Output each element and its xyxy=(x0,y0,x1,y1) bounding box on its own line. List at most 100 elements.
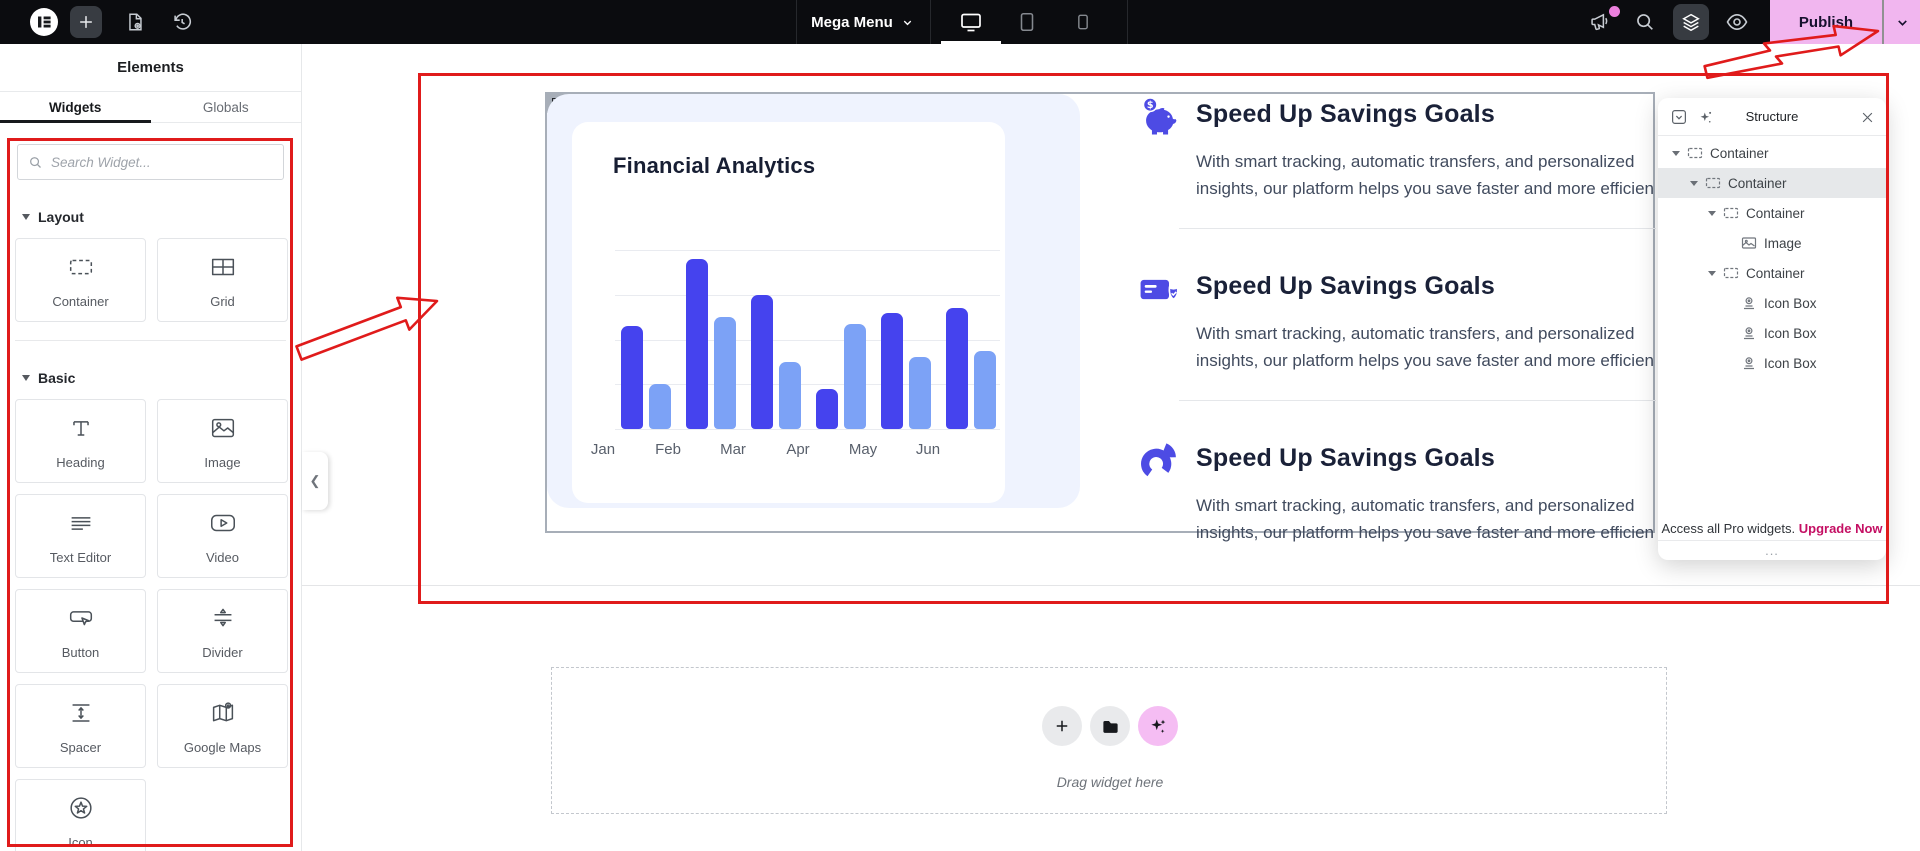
add-widget-icon[interactable] xyxy=(1042,706,1082,746)
section-header-layout[interactable]: Layout xyxy=(22,209,301,225)
icon-box-description: With smart tracking, automatic transfers… xyxy=(1196,320,1658,374)
icon-box-divider xyxy=(1179,228,1656,229)
ai-sparkle-icon[interactable] xyxy=(1694,106,1716,128)
gridline xyxy=(615,340,1000,341)
bar-secondary-jun xyxy=(974,351,996,429)
top-bar: Mega Menu xyxy=(0,0,1920,44)
publish-options-chevron-icon[interactable] xyxy=(1884,0,1920,44)
caret-down-icon[interactable] xyxy=(1690,181,1698,186)
piggy-bank-icon: $ xyxy=(1136,96,1180,140)
bar-secondary-apr xyxy=(844,324,866,429)
divider xyxy=(1127,0,1128,44)
donut-chart-icon xyxy=(1136,440,1180,484)
section-boundary-line xyxy=(302,585,1920,586)
widget-text-editor[interactable]: Text Editor xyxy=(15,494,146,578)
structure-toggle-icon[interactable] xyxy=(1673,4,1709,40)
preview-eye-icon[interactable] xyxy=(1719,0,1755,44)
ai-sparkle-icon[interactable] xyxy=(1138,706,1178,746)
device-tablet-icon[interactable] xyxy=(1009,0,1045,44)
add-template-icon[interactable] xyxy=(70,6,102,38)
icon-box-description: With smart tracking, automatic transfers… xyxy=(1196,148,1658,202)
widget-sections: Layout Container Grid Basic Heading Imag… xyxy=(0,209,301,851)
tree-item-container[interactable]: Container xyxy=(1658,258,1886,288)
widget-video[interactable]: Video xyxy=(157,494,288,578)
bar-group-jan xyxy=(621,250,671,429)
widget-grid[interactable]: Grid xyxy=(157,238,288,322)
finder-search-icon[interactable] xyxy=(1627,0,1663,44)
document-switcher[interactable]: Mega Menu xyxy=(800,0,925,44)
template-folder-icon[interactable] xyxy=(1090,706,1130,746)
close-icon[interactable] xyxy=(1856,106,1878,128)
video-icon xyxy=(208,508,238,543)
container-icon xyxy=(1687,146,1703,161)
bar-secondary-jan xyxy=(649,384,671,429)
caret-down-icon[interactable] xyxy=(1708,211,1716,216)
widget-google-maps[interactable]: Google Maps xyxy=(157,684,288,768)
bar-primary-apr xyxy=(816,389,838,429)
bar-primary-jan xyxy=(621,326,643,429)
page-settings-icon[interactable] xyxy=(117,0,153,44)
widget-search[interactable] xyxy=(17,144,284,180)
structure-panel: Structure Container Container Container xyxy=(1658,98,1886,560)
tree-item-container[interactable]: Container xyxy=(1658,168,1886,198)
panel-tabs: WidgetsGlobals xyxy=(0,92,301,123)
bar-secondary-mar xyxy=(779,362,801,429)
tree-item-icon-box[interactable]: Icon Box xyxy=(1658,288,1886,318)
gridline xyxy=(615,295,1000,296)
widget-icon[interactable]: Icon xyxy=(15,779,146,851)
x-tick-label: May xyxy=(838,441,888,458)
drop-zone[interactable]: Drag widget here xyxy=(551,667,1667,814)
image-icon xyxy=(208,413,238,448)
device-mobile-icon[interactable] xyxy=(1065,0,1101,44)
spacer-icon xyxy=(66,698,96,733)
panel-title: Elements xyxy=(117,59,184,76)
widget-container[interactable]: Container xyxy=(15,238,146,322)
image-icon xyxy=(1741,236,1757,251)
tree-item-image[interactable]: Image xyxy=(1658,228,1886,258)
gridline xyxy=(615,429,1000,430)
icon-box-icon xyxy=(1741,296,1757,311)
structure-tree: Container Container Container Image Cont… xyxy=(1658,136,1886,378)
tab-globals[interactable]: Globals xyxy=(151,92,302,122)
tree-item-icon-box[interactable]: Icon Box xyxy=(1658,348,1886,378)
device-desktop-icon[interactable] xyxy=(953,0,989,44)
button-icon xyxy=(66,603,96,638)
select-box-icon[interactable] xyxy=(1668,106,1690,128)
structure-resize-handle[interactable]: ... xyxy=(1658,540,1886,560)
widget-divider[interactable]: Divider xyxy=(157,589,288,673)
caret-down-icon[interactable] xyxy=(1708,271,1716,276)
caret-down-icon xyxy=(22,214,30,220)
divider xyxy=(796,0,797,44)
tree-item-icon-box[interactable]: Icon Box xyxy=(1658,318,1886,348)
caret-down-icon[interactable] xyxy=(1672,151,1680,156)
icon-box-divider xyxy=(1179,400,1656,401)
widget-heading[interactable]: Heading xyxy=(15,399,146,483)
elementor-logo-icon[interactable] xyxy=(30,8,58,36)
tab-widgets[interactable]: Widgets xyxy=(0,92,151,122)
widget-button[interactable]: Button xyxy=(15,589,146,673)
widget-spacer[interactable]: Spacer xyxy=(15,684,146,768)
icon-box-title: Speed Up Savings Goals xyxy=(1196,100,1495,129)
history-icon[interactable] xyxy=(164,0,200,44)
x-tick-label: Jan xyxy=(578,441,628,458)
tree-item-container[interactable]: Container xyxy=(1658,138,1886,168)
search-input[interactable] xyxy=(51,155,273,170)
x-tick-label: Apr xyxy=(773,441,823,458)
panel-collapse-toggle[interactable]: ❮ xyxy=(302,452,328,510)
svg-text:$: $ xyxy=(1147,100,1154,111)
bar-chart xyxy=(615,250,1000,429)
publish-button[interactable]: Publish xyxy=(1770,0,1882,44)
icon-star-icon xyxy=(66,793,96,828)
grid-icon xyxy=(208,252,238,287)
tree-item-container[interactable]: Container xyxy=(1658,198,1886,228)
widget-image[interactable]: Image xyxy=(157,399,288,483)
pro-widgets-text: Access all Pro widgets. xyxy=(1661,521,1795,536)
container-icon xyxy=(66,252,96,287)
upgrade-now-link[interactable]: Upgrade Now xyxy=(1799,521,1883,536)
section-header-basic[interactable]: Basic xyxy=(22,370,301,386)
active-device-underline xyxy=(941,41,1001,44)
credit-card-shield-icon xyxy=(1136,268,1180,312)
bar-secondary-may xyxy=(909,357,931,429)
bar-group-jun xyxy=(946,250,996,429)
bar-primary-may xyxy=(881,313,903,429)
